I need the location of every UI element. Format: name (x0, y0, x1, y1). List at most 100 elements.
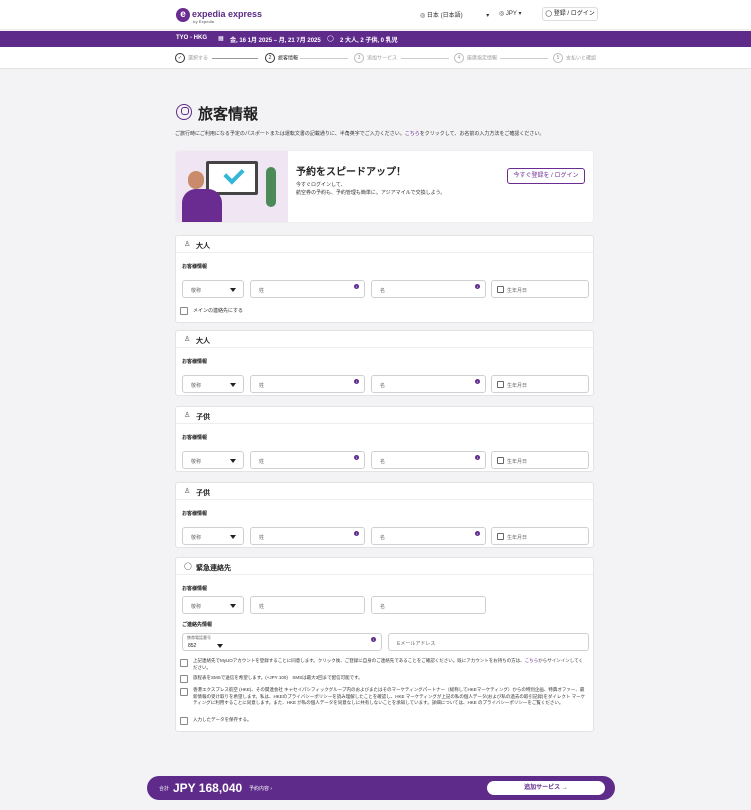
promo-title: 予約をスピードアップ！ (296, 167, 406, 178)
notice-link[interactable]: こちら (405, 131, 420, 137)
adult-icon: ♙ (184, 336, 191, 343)
chevron-down-icon: ▾ (486, 13, 490, 19)
first-name-input[interactable]: 名i (371, 451, 486, 469)
marketing-checkbox[interactable] (180, 688, 188, 696)
phone-input[interactable]: 携帯電話番号 852 i (182, 633, 382, 651)
caret-down-icon (230, 288, 236, 292)
step-label: 支払いと確認 (566, 55, 597, 62)
passenger-card-adult-1: ♙ 大人 お客様情報 敬称 姓i 名i 生年月日 メインの連絡先にする (175, 235, 594, 323)
card-header: ♙ 子供 (176, 407, 593, 424)
login-button[interactable]: ◯ 登録 / ログイン (542, 7, 598, 21)
info-icon[interactable]: i (475, 531, 480, 536)
sms-checkbox[interactable] (180, 675, 188, 683)
dob-input[interactable]: 生年月日 (491, 451, 589, 469)
email-placeholder: Eメールアドレス (397, 641, 436, 647)
login-promo-banner: 予約をスピードアップ！ 今すぐログインして、 航空券の予約も、予約管理も簡単に。… (175, 150, 594, 223)
title-placeholder: 敬称 (191, 604, 202, 610)
caret-down-icon (217, 644, 223, 648)
dob-input[interactable]: 生年月日 (491, 375, 589, 393)
section-label: お客様情報 (182, 586, 208, 592)
last-name-placeholder: 姓 (259, 459, 265, 465)
next-extras-button[interactable]: 追加サービス → (487, 781, 605, 795)
first-name-placeholder: 名 (380, 459, 386, 465)
first-name-input[interactable]: 名 (371, 596, 486, 614)
total-amount: JPY 168,040 (173, 781, 243, 795)
calendar-icon (497, 381, 504, 388)
calendar-icon (497, 533, 504, 540)
passengers-icon: ◯ (327, 36, 334, 42)
info-icon[interactable]: i (354, 379, 359, 384)
info-icon[interactable]: i (354, 455, 359, 460)
first-name-input[interactable]: 名i (371, 375, 486, 393)
title-select[interactable]: 敬称 (182, 596, 244, 614)
title-placeholder: 敬称 (191, 459, 202, 465)
step-label: 座席指定情報 (467, 55, 498, 62)
login-label: 登録 / ログイン (553, 11, 595, 17)
expedia-logo[interactable]: e expedia express by Expedia (176, 8, 262, 24)
calendar-icon (497, 286, 504, 293)
create-account-checkbox[interactable] (180, 659, 188, 667)
title-select[interactable]: 敬称 (182, 527, 244, 545)
currency-selector[interactable]: ◎ JPY ▾ (499, 10, 522, 17)
last-name-input[interactable]: 姓 (250, 596, 365, 614)
dates-label: 金, 16 1月 2025 – 月, 21 7月 2025 (230, 38, 321, 44)
logo-icon: e (176, 8, 190, 22)
booking-details-link[interactable]: 予約内容 › (249, 785, 272, 792)
step-select[interactable]: ✓ 選択する (175, 53, 208, 63)
signin-link[interactable]: こちら (525, 658, 539, 663)
last-name-placeholder: 姓 (259, 383, 265, 389)
info-icon[interactable]: i (354, 531, 359, 536)
first-name-input[interactable]: 名i (371, 280, 486, 298)
info-icon[interactable]: i (475, 284, 480, 289)
step-payment: 5 支払いと確認 (553, 53, 596, 63)
progress-steps: ✓ 選択する 2 旅客情報 3 追加サービス 4 座席指定情報 5 支払いと確認 (0, 47, 751, 69)
child-icon: ♙ (184, 488, 191, 495)
card-header: ♙ 大人 (176, 331, 593, 348)
emergency-title: 緊急連絡先 (196, 565, 231, 572)
passenger-type: 子供 (196, 490, 210, 497)
dob-input[interactable]: 生年月日 (491, 280, 589, 298)
promo-login-button[interactable]: 今すぐ登録を / ログイン (507, 168, 585, 184)
title-select[interactable]: 敬称 (182, 375, 244, 393)
dob-placeholder: 生年月日 (507, 535, 528, 541)
save-data-checkbox[interactable] (180, 717, 188, 725)
title-placeholder: 敬称 (191, 383, 202, 389)
page-title: 旅客情報 (198, 106, 259, 123)
language-selector[interactable]: ◎ 日本 (日本語) ▾ (420, 10, 489, 19)
promo-illustration (176, 151, 288, 222)
first-name-input[interactable]: 名i (371, 527, 486, 545)
step-label: 旅客情報 (278, 55, 299, 62)
title-select[interactable]: 敬称 (182, 280, 244, 298)
info-icon[interactable]: i (475, 455, 480, 460)
passenger-type: 子供 (196, 414, 210, 421)
last-name-input[interactable]: 姓i (250, 280, 365, 298)
promo-line2: 航空券の予約も、予約管理も簡単に。アジアマイルで交換しよう。 (296, 190, 446, 196)
info-icon[interactable]: i (371, 637, 376, 642)
email-input[interactable]: Eメールアドレス (388, 633, 589, 651)
step-number: 2 (265, 53, 275, 63)
caret-down-icon (230, 535, 236, 539)
step-divider (401, 58, 449, 59)
info-icon[interactable]: i (354, 284, 359, 289)
person-body-shape (182, 189, 222, 222)
plant-shape (266, 167, 276, 207)
primary-contact-checkbox[interactable] (180, 307, 188, 315)
title-select[interactable]: 敬称 (182, 451, 244, 469)
last-name-placeholder: 姓 (259, 288, 265, 294)
passenger-type: 大人 (196, 338, 210, 345)
info-icon[interactable]: i (475, 379, 480, 384)
globe-icon: ◎ (420, 13, 426, 19)
dob-input[interactable]: 生年月日 (491, 527, 589, 545)
last-name-input[interactable]: 姓i (250, 527, 365, 545)
last-name-input[interactable]: 姓i (250, 375, 365, 393)
first-name-placeholder: 名 (380, 535, 386, 541)
dob-placeholder: 生年月日 (507, 459, 528, 465)
adult-icon: ♙ (184, 241, 191, 248)
step-divider (500, 58, 548, 59)
contact-icon: ◯ (184, 563, 192, 570)
step-label: 選択する (188, 55, 209, 62)
dob-placeholder: 生年月日 (507, 383, 528, 389)
last-name-input[interactable]: 姓i (250, 451, 365, 469)
phone-label: 携帯電話番号 (187, 635, 211, 640)
checkout-bar: 合計 JPY 168,040 予約内容 › 追加サービス → (147, 776, 615, 800)
